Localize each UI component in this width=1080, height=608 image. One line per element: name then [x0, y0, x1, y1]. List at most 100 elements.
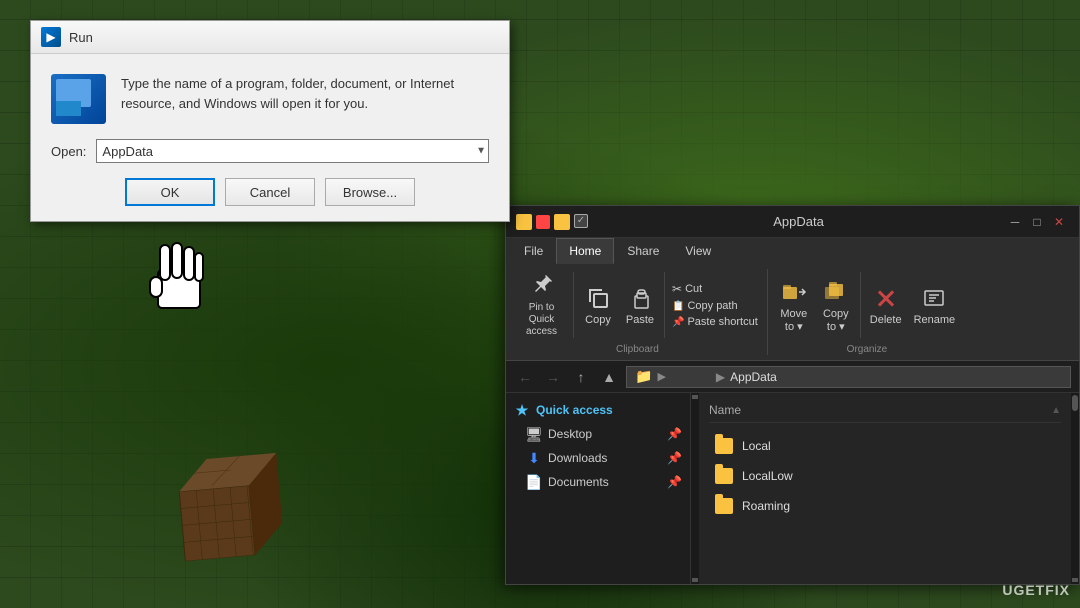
sidebar-scrollbar	[691, 393, 699, 584]
sidebar-item-documents[interactable]: 📄 Documents 📌	[506, 470, 690, 494]
rename-label: Rename	[914, 314, 956, 326]
main-scroll-down[interactable]	[1072, 578, 1078, 582]
run-dialog: ▶ Run Type the name of a program, folder…	[30, 20, 510, 222]
file-item-localLow[interactable]: LocalLow	[709, 461, 1061, 491]
quick-access-star-icon: ★	[514, 402, 530, 418]
downloads-icon: ⬇	[526, 450, 542, 466]
sidebar-item-desktop[interactable]: 🖥 Desktop 📌	[506, 422, 690, 446]
separator-2	[664, 272, 665, 338]
path-appdata: AppData	[730, 370, 777, 384]
documents-icon: 📄	[526, 474, 542, 490]
move-to-button[interactable]: Moveto ▾	[774, 269, 814, 341]
file-item-local[interactable]: Local	[709, 431, 1061, 461]
downloads-pin-icon: 📌	[667, 451, 682, 465]
run-app-icon: ▶	[41, 27, 61, 47]
clipboard-group: Pin to Quickaccess Copy	[514, 269, 768, 355]
watermark: UGETFIX	[1002, 582, 1070, 598]
run-description: Type the name of a program, folder, docu…	[121, 74, 489, 113]
run-input[interactable]	[96, 139, 489, 163]
path-folder-icon: 📁	[635, 368, 652, 385]
address-path[interactable]: 📁 ▶ ▶ AppData	[626, 366, 1071, 388]
run-icon-graphic	[51, 74, 106, 124]
sidebar-item-quick-access[interactable]: ★ Quick access	[506, 398, 690, 422]
tab-file[interactable]: File	[511, 238, 556, 264]
quick-access-label: Quick access	[536, 403, 613, 417]
ribbon: File Home Share View Pin to Quicka	[506, 238, 1079, 361]
run-ok-button[interactable]: OK	[125, 178, 215, 206]
desktop-pin-icon: 📌	[667, 427, 682, 441]
copy-to-label: Copyto ▾	[823, 308, 849, 333]
copy-button[interactable]: Copy	[578, 269, 618, 341]
local-folder-icon	[714, 436, 734, 456]
main-scroll-track	[1072, 411, 1078, 578]
cut-label: Cut	[685, 283, 702, 295]
run-dropdown-arrow-icon[interactable]: ▼	[476, 146, 486, 157]
file-item-roaming[interactable]: Roaming	[709, 491, 1061, 521]
copy-icon	[584, 284, 612, 312]
forward-button[interactable]: →	[542, 366, 564, 388]
main-content: Name ▲ Local LocalLow	[699, 393, 1071, 584]
copy-path-button[interactable]: 📋 Copy path	[669, 299, 761, 313]
title-icons: ✓	[516, 214, 588, 230]
file-explorer: ✓ AppData ─ □ ✕ File Home Share View	[505, 205, 1080, 585]
name-header: Name	[709, 403, 741, 417]
watermark-text: UGETFIX	[1002, 582, 1070, 598]
title-checkbox-icon: ✓	[574, 214, 588, 228]
documents-label: Documents	[548, 475, 609, 489]
sidebar-item-downloads[interactable]: ⬇ Downloads 📌	[506, 446, 690, 470]
paste-shortcut-icon: 📌	[672, 317, 684, 328]
tab-share[interactable]: Share	[614, 238, 672, 264]
back-button[interactable]: ←	[514, 366, 536, 388]
up-button[interactable]: ↑	[570, 366, 592, 388]
cut-button[interactable]: ✂ Cut	[669, 281, 761, 297]
run-input-wrapper: ▼	[96, 139, 489, 163]
run-titlebar: ▶ Run	[31, 21, 509, 54]
paste-label: Paste	[626, 314, 654, 326]
paste-shortcut-button[interactable]: 📌 Paste shortcut	[669, 315, 761, 329]
tab-home[interactable]: Home	[556, 238, 614, 264]
run-browse-button[interactable]: Browse...	[325, 178, 415, 206]
organize-buttons: Moveto ▾ Copyto ▾	[774, 269, 960, 341]
roaming-folder-icon	[714, 496, 734, 516]
move-to-label: Moveto ▾	[780, 308, 807, 333]
maximize-button[interactable]: □	[1027, 214, 1047, 230]
copy-to-icon	[822, 278, 850, 306]
minimize-button[interactable]: ─	[1005, 214, 1025, 230]
clipboard-group-label: Clipboard	[514, 341, 761, 355]
address-bar: ← → ↑ ▲ 📁 ▶ ▶ AppData	[506, 361, 1079, 393]
rename-button[interactable]: Rename	[909, 269, 961, 341]
pin-to-quick-access-button[interactable]: Pin to Quickaccess	[514, 269, 569, 341]
localLow-folder-icon	[714, 466, 734, 486]
paste-button[interactable]: Paste	[620, 269, 660, 341]
explorer-body: ★ Quick access 🖥 Desktop 📌 ⬇ Downloads 📌…	[506, 393, 1079, 584]
sidebar-scroll-down[interactable]	[692, 578, 698, 582]
ribbon-content: Pin to Quickaccess Copy	[506, 264, 1079, 360]
sort-indicator: ▲	[1051, 405, 1061, 416]
documents-pin-icon: 📌	[667, 475, 682, 489]
run-top-section: Type the name of a program, folder, docu…	[51, 74, 489, 124]
delete-icon	[872, 284, 900, 312]
copy-to-button[interactable]: Copyto ▾	[816, 269, 856, 341]
run-cancel-button[interactable]: Cancel	[225, 178, 315, 206]
main-scroll-up[interactable]	[1072, 395, 1078, 411]
organize-group: Moveto ▾ Copyto ▾	[774, 269, 960, 355]
title-folder-icon-1	[516, 214, 532, 230]
sidebar: ★ Quick access 🖥 Desktop 📌 ⬇ Downloads 📌…	[506, 393, 691, 584]
local-folder-name: Local	[742, 439, 771, 453]
sidebar-container: ★ Quick access 🖥 Desktop 📌 ⬇ Downloads 📌…	[506, 393, 699, 584]
localLow-folder-name: LocalLow	[742, 469, 793, 483]
ribbon-tabs: File Home Share View	[506, 238, 1079, 264]
close-button[interactable]: ✕	[1049, 214, 1069, 230]
explorer-title: AppData	[598, 214, 999, 229]
cut-icon: ✂	[672, 282, 682, 296]
tab-view[interactable]: View	[672, 238, 724, 264]
separator-3	[860, 272, 861, 338]
delete-button[interactable]: Delete	[865, 269, 907, 341]
path-arrow: ▶	[716, 370, 725, 384]
move-to-icon	[780, 278, 808, 306]
small-clipboard-buttons: ✂ Cut 📋 Copy path 📌 Paste shortcut	[669, 269, 761, 341]
minecraft-block-decoration	[155, 433, 285, 563]
recent-locations-button[interactable]: ▲	[598, 366, 620, 388]
run-title: Run	[69, 30, 93, 45]
column-separator	[709, 422, 1061, 423]
